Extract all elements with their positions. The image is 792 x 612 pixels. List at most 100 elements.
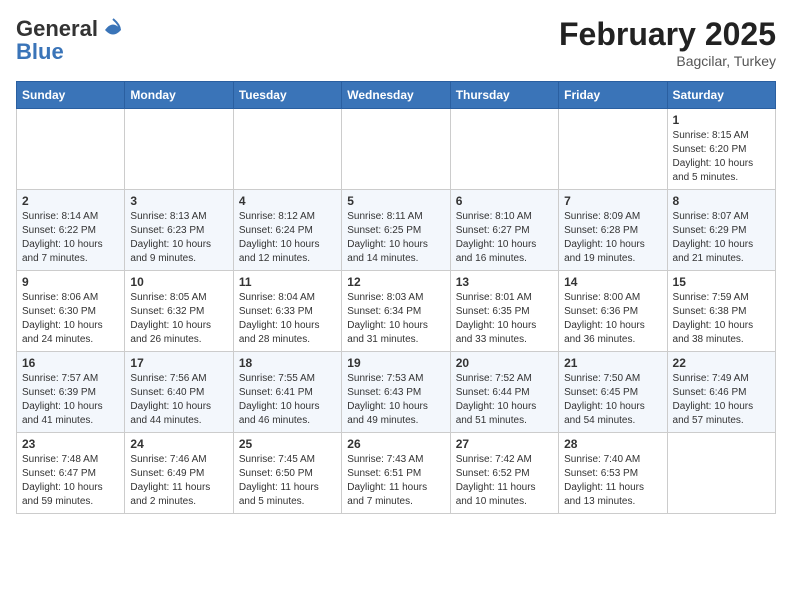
calendar-cell: 24 Sunrise: 7:46 AM Sunset: 6:49 PM Dayli… [125, 433, 233, 514]
day-number: 24 [130, 437, 227, 451]
calendar-week-row: 23 Sunrise: 7:48 AM Sunset: 6:47 PM Dayli… [17, 433, 776, 514]
calendar-cell: 2 Sunrise: 8:14 AM Sunset: 6:22 PM Daylig… [17, 190, 125, 271]
logo: General Blue [16, 16, 126, 65]
calendar-week-row: 16 Sunrise: 7:57 AM Sunset: 6:39 PM Dayli… [17, 352, 776, 433]
day-number: 16 [22, 356, 119, 370]
col-header-tuesday: Tuesday [233, 82, 341, 109]
day-info: Sunrise: 7:43 AM Sunset: 6:51 PM Dayligh… [347, 453, 444, 509]
calendar-week-row: 1 Sunrise: 8:15 AM Sunset: 6:20 PM Daylig… [17, 109, 776, 190]
calendar-cell: 15 Sunrise: 7:59 AM Sunset: 6:38 PM Dayli… [667, 271, 775, 352]
day-info: Sunrise: 8:03 AM Sunset: 6:34 PM Dayligh… [347, 291, 444, 347]
day-number: 2 [22, 194, 119, 208]
day-info: Sunrise: 7:40 AM Sunset: 6:53 PM Dayligh… [564, 453, 661, 509]
day-info: Sunrise: 8:00 AM Sunset: 6:36 PM Dayligh… [564, 291, 661, 347]
day-info: Sunrise: 8:13 AM Sunset: 6:23 PM Dayligh… [130, 210, 227, 266]
calendar-cell [450, 109, 558, 190]
day-number: 10 [130, 275, 227, 289]
month-year-title: February 2025 [559, 16, 776, 53]
col-header-saturday: Saturday [667, 82, 775, 109]
calendar-cell: 26 Sunrise: 7:43 AM Sunset: 6:51 PM Dayli… [342, 433, 450, 514]
day-info: Sunrise: 8:09 AM Sunset: 6:28 PM Dayligh… [564, 210, 661, 266]
calendar-week-row: 2 Sunrise: 8:14 AM Sunset: 6:22 PM Daylig… [17, 190, 776, 271]
calendar-cell: 9 Sunrise: 8:06 AM Sunset: 6:30 PM Daylig… [17, 271, 125, 352]
day-number: 21 [564, 356, 661, 370]
day-number: 1 [673, 113, 770, 127]
calendar-cell: 3 Sunrise: 8:13 AM Sunset: 6:23 PM Daylig… [125, 190, 233, 271]
calendar-cell: 16 Sunrise: 7:57 AM Sunset: 6:39 PM Dayli… [17, 352, 125, 433]
calendar-cell: 11 Sunrise: 8:04 AM Sunset: 6:33 PM Dayli… [233, 271, 341, 352]
calendar-cell: 1 Sunrise: 8:15 AM Sunset: 6:20 PM Daylig… [667, 109, 775, 190]
col-header-thursday: Thursday [450, 82, 558, 109]
day-number: 5 [347, 194, 444, 208]
calendar-cell: 17Sunrise: 7:56 AM Sunset: 6:40 PM Dayli… [125, 352, 233, 433]
logo-icon [100, 17, 126, 43]
title-block: February 2025 Bagcilar, Turkey [559, 16, 776, 69]
calendar-cell: 23 Sunrise: 7:48 AM Sunset: 6:47 PM Dayli… [17, 433, 125, 514]
calendar-cell: 20 Sunrise: 7:52 AM Sunset: 6:44 PM Dayli… [450, 352, 558, 433]
day-number: 14 [564, 275, 661, 289]
calendar-cell: 4Sunrise: 8:12 AM Sunset: 6:24 PM Daylig… [233, 190, 341, 271]
day-info: Sunrise: 8:12 AM Sunset: 6:24 PM Dayligh… [239, 210, 336, 266]
day-info: Sunrise: 8:01 AM Sunset: 6:35 PM Dayligh… [456, 291, 553, 347]
col-header-sunday: Sunday [17, 82, 125, 109]
day-number: 22 [673, 356, 770, 370]
calendar-cell: 6 Sunrise: 8:10 AM Sunset: 6:27 PM Daylig… [450, 190, 558, 271]
calendar-cell: 5Sunrise: 8:11 AM Sunset: 6:25 PM Daylig… [342, 190, 450, 271]
calendar-cell [17, 109, 125, 190]
day-info: Sunrise: 8:05 AM Sunset: 6:32 PM Dayligh… [130, 291, 227, 347]
calendar-cell [342, 109, 450, 190]
calendar-cell: 12 Sunrise: 8:03 AM Sunset: 6:34 PM Dayli… [342, 271, 450, 352]
day-number: 9 [22, 275, 119, 289]
day-number: 3 [130, 194, 227, 208]
day-info: Sunrise: 7:56 AM Sunset: 6:40 PM Dayligh… [130, 372, 227, 428]
day-number: 28 [564, 437, 661, 451]
day-info: Sunrise: 8:10 AM Sunset: 6:27 PM Dayligh… [456, 210, 553, 266]
day-number: 7 [564, 194, 661, 208]
day-info: Sunrise: 8:14 AM Sunset: 6:22 PM Dayligh… [22, 210, 119, 266]
day-number: 11 [239, 275, 336, 289]
day-number: 25 [239, 437, 336, 451]
day-info: Sunrise: 8:15 AM Sunset: 6:20 PM Dayligh… [673, 129, 770, 185]
calendar-cell: 7 Sunrise: 8:09 AM Sunset: 6:28 PM Daylig… [559, 190, 667, 271]
day-info: Sunrise: 7:55 AM Sunset: 6:41 PM Dayligh… [239, 372, 336, 428]
day-info: Sunrise: 7:53 AM Sunset: 6:43 PM Dayligh… [347, 372, 444, 428]
day-number: 26 [347, 437, 444, 451]
calendar-cell: 21 Sunrise: 7:50 AM Sunset: 6:45 PM Dayli… [559, 352, 667, 433]
day-number: 6 [456, 194, 553, 208]
calendar-cell: 25Sunrise: 7:45 AM Sunset: 6:50 PM Dayli… [233, 433, 341, 514]
calendar-cell: 28 Sunrise: 7:40 AM Sunset: 6:53 PM Dayli… [559, 433, 667, 514]
day-number: 23 [22, 437, 119, 451]
day-info: Sunrise: 7:46 AM Sunset: 6:49 PM Dayligh… [130, 453, 227, 509]
day-info: Sunrise: 7:52 AM Sunset: 6:44 PM Dayligh… [456, 372, 553, 428]
day-info: Sunrise: 8:06 AM Sunset: 6:30 PM Dayligh… [22, 291, 119, 347]
day-number: 13 [456, 275, 553, 289]
calendar-cell [667, 433, 775, 514]
calendar-cell: 22Sunrise: 7:49 AM Sunset: 6:46 PM Dayli… [667, 352, 775, 433]
day-number: 12 [347, 275, 444, 289]
day-info: Sunrise: 8:04 AM Sunset: 6:33 PM Dayligh… [239, 291, 336, 347]
calendar-table: SundayMondayTuesdayWednesdayThursdayFrid… [16, 81, 776, 514]
day-number: 19 [347, 356, 444, 370]
day-info: Sunrise: 7:48 AM Sunset: 6:47 PM Dayligh… [22, 453, 119, 509]
day-info: Sunrise: 7:50 AM Sunset: 6:45 PM Dayligh… [564, 372, 661, 428]
day-info: Sunrise: 7:57 AM Sunset: 6:39 PM Dayligh… [22, 372, 119, 428]
calendar-cell: 18 Sunrise: 7:55 AM Sunset: 6:41 PM Dayli… [233, 352, 341, 433]
calendar-cell [559, 109, 667, 190]
calendar-cell: 10 Sunrise: 8:05 AM Sunset: 6:32 PM Dayli… [125, 271, 233, 352]
logo-general: General [16, 16, 98, 41]
calendar-cell [125, 109, 233, 190]
day-number: 8 [673, 194, 770, 208]
calendar-cell: 8 Sunrise: 8:07 AM Sunset: 6:29 PM Daylig… [667, 190, 775, 271]
day-number: 15 [673, 275, 770, 289]
day-number: 27 [456, 437, 553, 451]
page-header: General Blue February 2025 Bagcilar, Tur… [16, 16, 776, 69]
calendar-header-row: SundayMondayTuesdayWednesdayThursdayFrid… [17, 82, 776, 109]
calendar-cell [233, 109, 341, 190]
calendar-cell: 19 Sunrise: 7:53 AM Sunset: 6:43 PM Dayli… [342, 352, 450, 433]
calendar-cell: 27Sunrise: 7:42 AM Sunset: 6:52 PM Dayli… [450, 433, 558, 514]
day-number: 20 [456, 356, 553, 370]
day-info: Sunrise: 7:59 AM Sunset: 6:38 PM Dayligh… [673, 291, 770, 347]
day-info: Sunrise: 8:07 AM Sunset: 6:29 PM Dayligh… [673, 210, 770, 266]
col-header-monday: Monday [125, 82, 233, 109]
day-number: 18 [239, 356, 336, 370]
